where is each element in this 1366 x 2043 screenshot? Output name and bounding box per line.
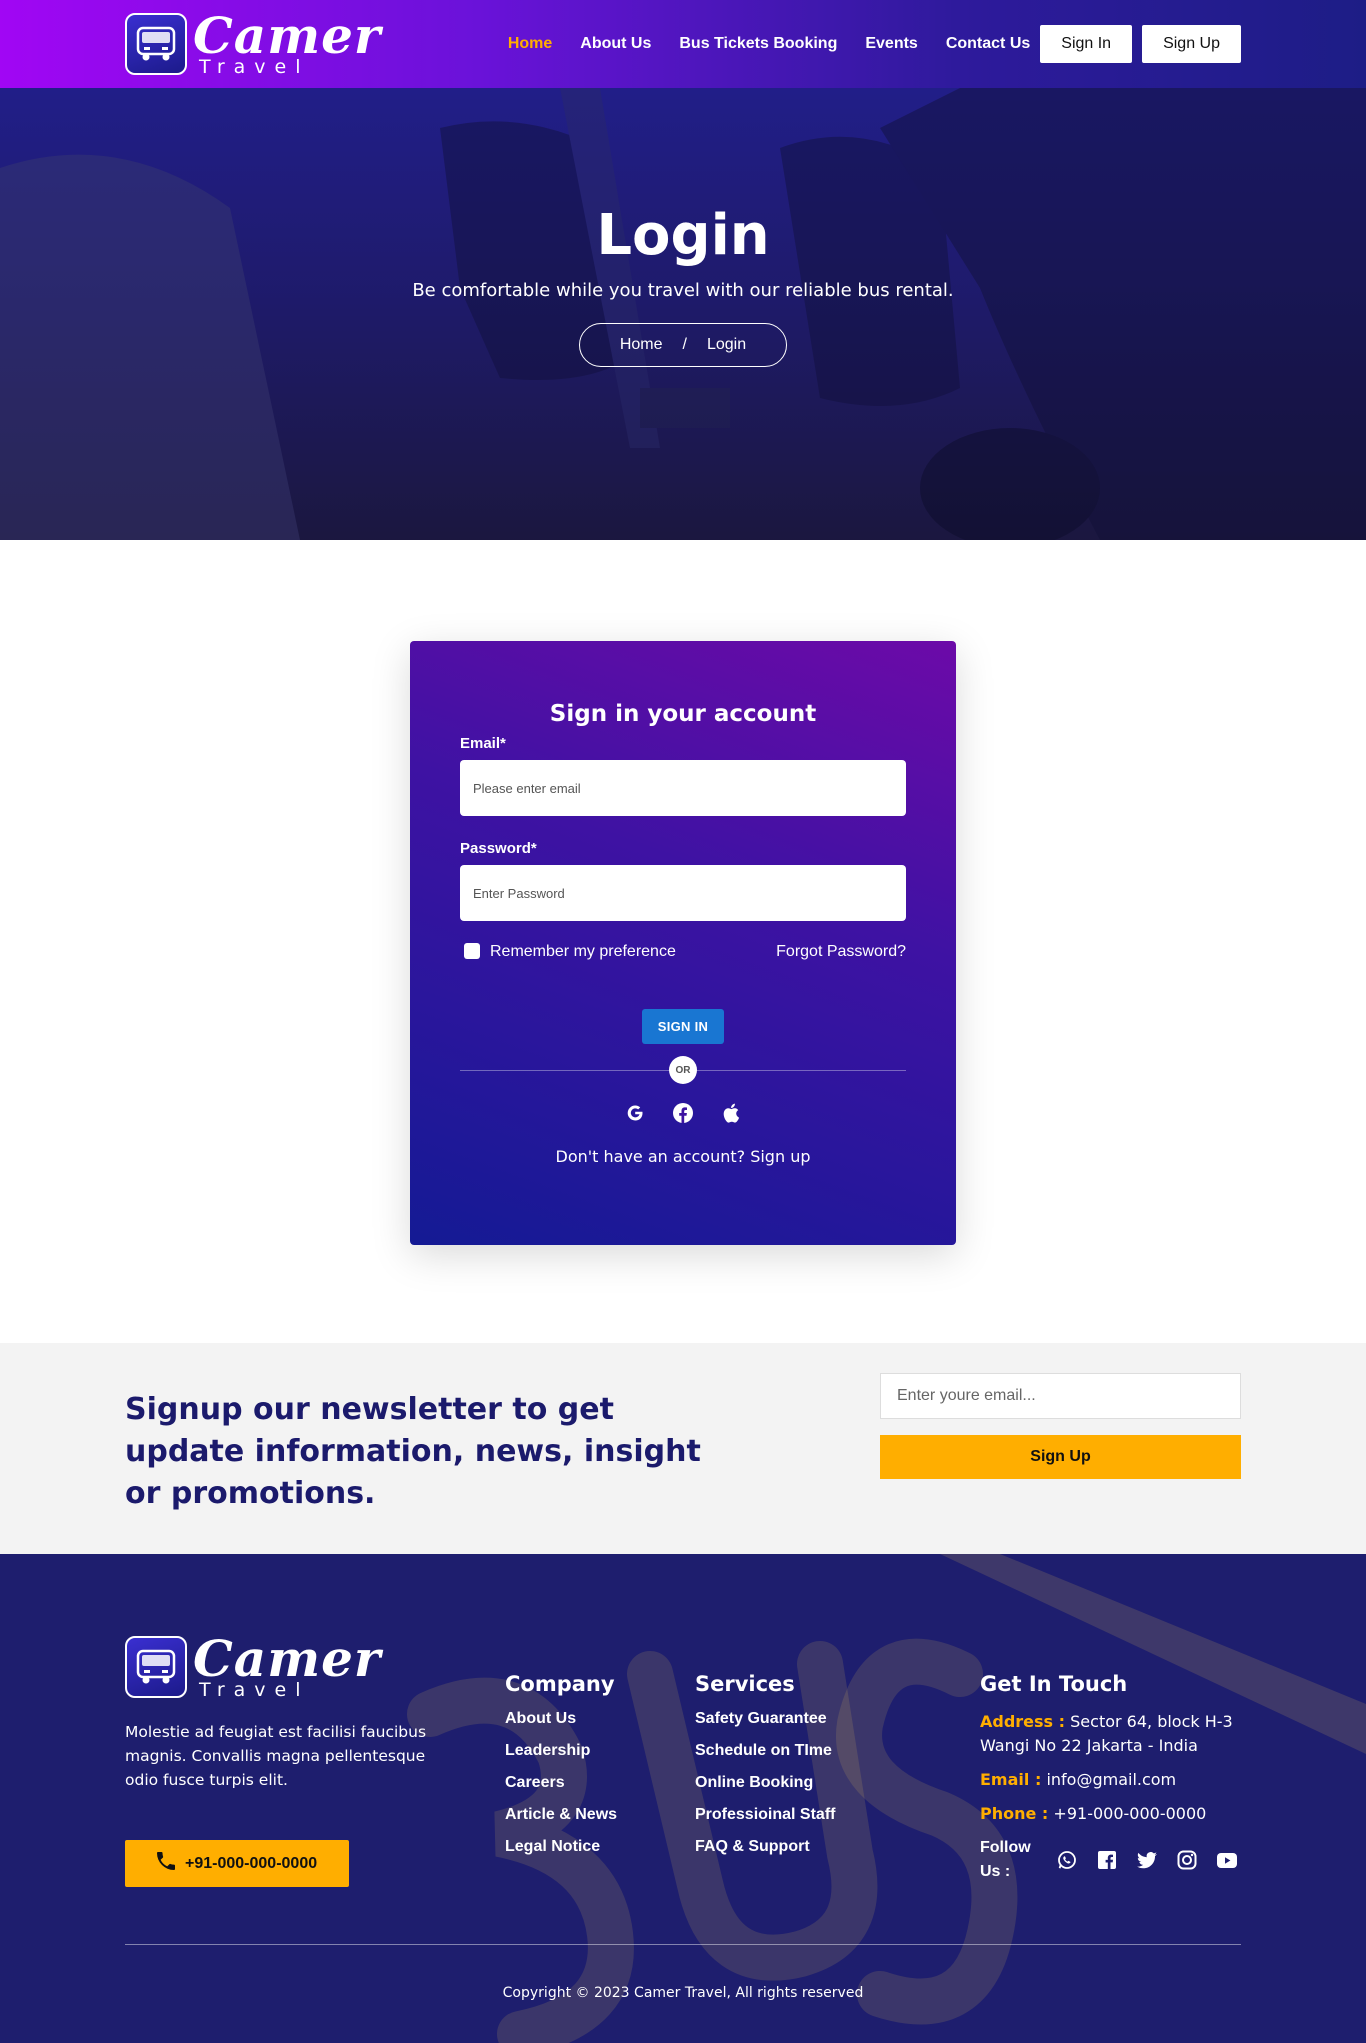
- footer-services-title: Services: [695, 1672, 795, 1696]
- nav-home[interactable]: Home: [508, 35, 552, 53]
- breadcrumb-home[interactable]: Home: [620, 336, 663, 354]
- footer-address: Address : Sector 64, block H-3 Wangi No …: [980, 1710, 1241, 1758]
- footer-description: Molestie ad feugiat est facilisi faucibu…: [125, 1723, 427, 1789]
- footer-phone-button[interactable]: +91-000-000-0000: [125, 1840, 350, 1887]
- nav-bus-tickets-booking[interactable]: Bus Tickets Booking: [679, 35, 837, 53]
- brand-logo[interactable]: Camer Travel: [125, 11, 381, 77]
- email-field[interactable]: [460, 760, 906, 816]
- footer-link-online-booking[interactable]: Online Booking: [695, 1774, 835, 1792]
- footer-brand-name: Camer: [193, 1629, 382, 1688]
- footer-link-legal-notice[interactable]: Legal Notice: [505, 1838, 617, 1856]
- social-login-row: [460, 1101, 906, 1125]
- bus-logo-icon: [125, 1636, 187, 1698]
- breadcrumb-current: Login: [706, 336, 747, 353]
- sign-up-link[interactable]: Don't have an account? Sign up: [460, 1147, 906, 1166]
- footer-link-article-news[interactable]: Article & News: [505, 1806, 617, 1824]
- facebook-icon[interactable]: [1096, 1849, 1118, 1871]
- google-icon[interactable]: [623, 1101, 647, 1125]
- footer-link-careers[interactable]: Careers: [505, 1774, 617, 1792]
- footer-contact-column: Get In Touch Address : Sector 64, block …: [980, 1672, 1241, 1884]
- footer-link-leadership[interactable]: Leadership: [505, 1742, 617, 1760]
- remember-checkbox[interactable]: [464, 943, 480, 959]
- brand-name: Camer: [193, 6, 382, 65]
- login-section: Sign in your account Email* Password* Re…: [0, 540, 1366, 1343]
- sign-in-button[interactable]: SIGN IN: [641, 1009, 725, 1044]
- remember-label: Remember my preference: [490, 943, 676, 960]
- header-sign-up-button[interactable]: Sign Up: [1142, 25, 1241, 63]
- email-value[interactable]: info@gmail.com: [1046, 1770, 1176, 1789]
- header-sign-in-button[interactable]: Sign In: [1040, 25, 1133, 63]
- forgot-password-link[interactable]: Forgot Password?: [776, 943, 906, 961]
- newsletter-form: Sign Up: [880, 1373, 1241, 1515]
- footer-link-about-us[interactable]: About Us: [505, 1710, 617, 1728]
- twitter-icon[interactable]: [1136, 1849, 1158, 1871]
- footer-link-professional-staff[interactable]: Professioinal Staff: [695, 1806, 835, 1824]
- newsletter-sign-up-button[interactable]: Sign Up: [880, 1435, 1241, 1479]
- email-label: Email :: [980, 1770, 1042, 1789]
- nav-about-us[interactable]: About Us: [580, 35, 651, 53]
- footer-company-column: Company About Us Leadership Careers Arti…: [505, 1672, 617, 1870]
- main-nav: Home About Us Bus Tickets Booking Events…: [480, 25, 1241, 63]
- footer-contact-title: Get In Touch: [980, 1672, 1128, 1696]
- footer-link-safety-guarantee[interactable]: Safety Guarantee: [695, 1710, 835, 1728]
- follow-us-label: Follow Us :: [980, 1839, 1031, 1880]
- email-label: Email*: [460, 735, 506, 752]
- bus-logo-icon: [125, 13, 187, 75]
- copyright: Copyright © 2023 Camer Travel, All right…: [502, 1985, 864, 2001]
- whatsapp-icon[interactable]: [1056, 1849, 1078, 1871]
- phone-label: Phone :: [980, 1804, 1049, 1823]
- phone-icon: [157, 1852, 175, 1875]
- login-card-title: Sign in your account: [549, 701, 817, 727]
- password-label: Password*: [460, 840, 537, 857]
- nav-contact-us[interactable]: Contact Us: [946, 35, 1030, 53]
- or-divider: OR: [460, 1056, 906, 1084]
- youtube-icon[interactable]: [1216, 1849, 1238, 1871]
- nav-events[interactable]: Events: [865, 35, 917, 53]
- footer-services-column: Services Safety Guarantee Schedule on TI…: [695, 1672, 835, 1870]
- site-header: Camer Travel Home About Us Bus Tickets B…: [0, 0, 1366, 88]
- footer-phone: Phone : +91-000-000-0000: [980, 1802, 1241, 1826]
- login-card: Sign in your account Email* Password* Re…: [410, 641, 956, 1245]
- social-links: [1056, 1849, 1238, 1871]
- hero-banner: Login Be comfortable while you travel wi…: [0, 88, 1366, 540]
- breadcrumb-separator: /: [682, 336, 687, 353]
- phone-value[interactable]: +91-000-000-0000: [1053, 1804, 1206, 1823]
- footer-brand-logo[interactable]: Camer Travel: [125, 1634, 505, 1700]
- or-badge: OR: [669, 1056, 697, 1084]
- address-label: Address :: [980, 1712, 1066, 1731]
- breadcrumb: Home / Login: [578, 323, 788, 367]
- page-title: Login: [596, 203, 770, 268]
- footer-link-schedule-on-time[interactable]: Schedule on TIme: [695, 1742, 835, 1760]
- footer-phone-label: +91-000-000-0000: [185, 1854, 318, 1872]
- footer-link-faq-support[interactable]: FAQ & Support: [695, 1838, 835, 1856]
- facebook-icon[interactable]: [671, 1101, 695, 1125]
- newsletter-email-input[interactable]: [880, 1373, 1241, 1419]
- instagram-icon[interactable]: [1176, 1849, 1198, 1871]
- newsletter-heading: Signup our newsletter to get update info…: [125, 1392, 701, 1511]
- password-field[interactable]: [460, 865, 906, 921]
- site-footer: Camer Travel Molestie ad feugiat est fac…: [0, 1554, 1366, 2043]
- footer-company-title: Company: [505, 1672, 615, 1696]
- newsletter-section: Signup our newsletter to get update info…: [0, 1343, 1366, 1554]
- apple-icon[interactable]: [719, 1101, 743, 1125]
- footer-email: Email : info@gmail.com: [980, 1768, 1241, 1792]
- hero-subtitle: Be comfortable while you travel with our…: [412, 280, 954, 301]
- remember-preference[interactable]: Remember my preference: [460, 943, 676, 961]
